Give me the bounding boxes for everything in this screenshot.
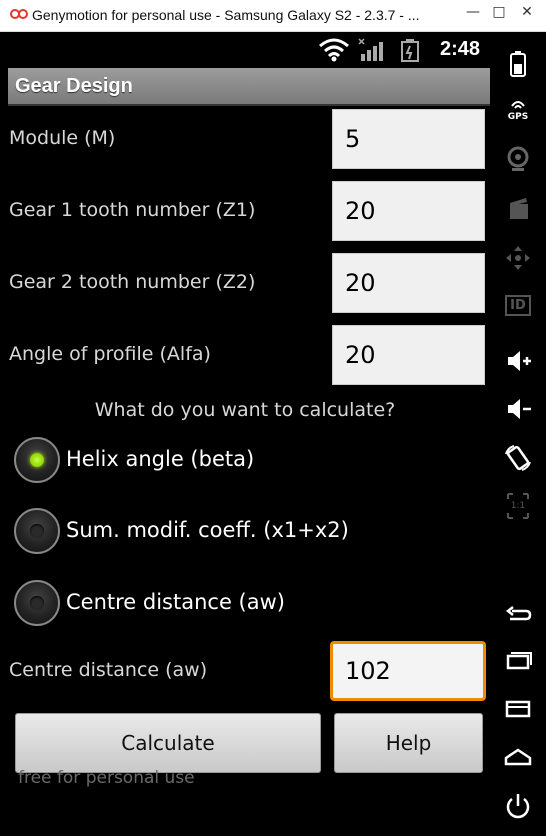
option-label: Centre distance (aw) bbox=[66, 590, 285, 614]
id-label: ID bbox=[505, 295, 531, 316]
wifi-icon bbox=[319, 38, 349, 62]
z2-field[interactable] bbox=[332, 253, 485, 313]
device-id-icon[interactable]: ID bbox=[498, 290, 538, 316]
recent-apps-icon[interactable] bbox=[498, 648, 538, 674]
back-icon[interactable] bbox=[498, 602, 538, 628]
webcam-icon[interactable] bbox=[498, 146, 538, 172]
radio-button[interactable] bbox=[14, 508, 60, 554]
power-icon[interactable] bbox=[498, 792, 538, 822]
volume-down-icon[interactable] bbox=[498, 396, 538, 422]
battery-charging-icon bbox=[401, 39, 419, 62]
window-titlebar: Genymotion for personal use - Samsung Ga… bbox=[0, 0, 546, 32]
z1-input[interactable] bbox=[333, 182, 484, 240]
gps-icon[interactable]: GPS bbox=[498, 98, 538, 128]
option-label: Helix angle (beta) bbox=[66, 447, 255, 471]
window-title: Genymotion for personal use - Samsung Ga… bbox=[32, 7, 420, 23]
phone-screen: 2:48 Gear Design Module (M) Gear 1 tooth… bbox=[0, 32, 490, 836]
z1-field[interactable] bbox=[332, 181, 485, 241]
footer-watermark: free for personal use bbox=[18, 768, 195, 788]
alfa-field[interactable] bbox=[332, 325, 485, 385]
volume-up-icon[interactable] bbox=[498, 348, 538, 374]
help-button[interactable]: Help bbox=[334, 713, 483, 773]
z2-input[interactable] bbox=[333, 254, 484, 312]
alfa-input[interactable] bbox=[333, 326, 484, 384]
dpad-icon[interactable] bbox=[498, 244, 538, 272]
aw-input[interactable] bbox=[333, 644, 483, 698]
radio-button[interactable] bbox=[14, 580, 60, 626]
module-label: Module (M) bbox=[9, 127, 116, 149]
genymotion-logo-icon bbox=[10, 9, 28, 21]
status-bar: 2:48 bbox=[0, 32, 490, 68]
alfa-label: Angle of profile (Alfa) bbox=[9, 343, 211, 365]
gps-label: GPS bbox=[507, 112, 529, 122]
calculate-question: What do you want to calculate? bbox=[94, 399, 396, 421]
battery-icon[interactable] bbox=[498, 50, 538, 78]
close-button[interactable]: ✕ bbox=[512, 0, 542, 28]
pixel-perfect-icon[interactable]: 1:1 bbox=[498, 492, 538, 520]
calculate-button[interactable]: Calculate bbox=[15, 713, 321, 773]
rotate-icon[interactable] bbox=[498, 444, 538, 472]
app-title-bar: Gear Design bbox=[8, 68, 490, 106]
menu-icon[interactable] bbox=[498, 696, 538, 722]
option-label: Sum. modif. coeff. (x1+x2) bbox=[66, 518, 349, 542]
z2-label: Gear 2 tooth number (Z2) bbox=[9, 271, 256, 293]
z1-label: Gear 1 tooth number (Z1) bbox=[9, 199, 256, 221]
emulator-toolbar: GPS ID 1:1 bbox=[490, 32, 546, 836]
scale-label: 1:1 bbox=[510, 501, 526, 511]
clock: 2:48 bbox=[439, 38, 480, 60]
aw-field[interactable] bbox=[330, 641, 486, 701]
radio-button-checked[interactable] bbox=[14, 437, 60, 483]
signal-icon bbox=[358, 38, 383, 61]
maximize-button[interactable]: □ bbox=[484, 0, 514, 28]
module-input[interactable] bbox=[333, 110, 484, 168]
app-title: Gear Design bbox=[15, 75, 133, 97]
home-icon[interactable] bbox=[498, 744, 538, 770]
module-field[interactable] bbox=[332, 109, 485, 169]
aw-label: Centre distance (aw) bbox=[9, 659, 208, 681]
clapperboard-icon[interactable] bbox=[498, 196, 538, 222]
